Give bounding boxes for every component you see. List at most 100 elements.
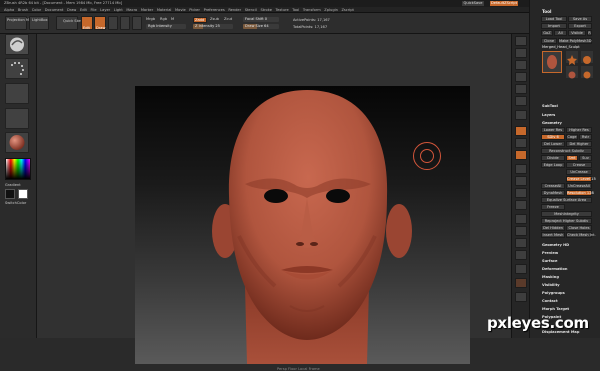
ghost-icon[interactable] [515,238,527,248]
visibility-section[interactable]: Visibility [542,283,560,287]
del-lower-button[interactable]: Del Lower [541,141,565,147]
contact-section[interactable]: Contact [542,299,558,303]
projection-master-button[interactable]: Projection Master [5,16,38,30]
document-canvas[interactable] [135,86,470,364]
current-tool-thumbnail[interactable] [542,51,562,73]
frame-icon[interactable] [515,164,527,174]
focal-shift-slider[interactable]: Focal Shift 0 [243,17,279,22]
lightbox-button[interactable]: LightBox [29,16,49,30]
subtool-section[interactable]: SubTool [542,104,558,108]
floor-grid-icon[interactable] [515,278,527,288]
menu-item-tool[interactable]: Tool [292,8,299,12]
quick-sketch-button[interactable]: Quick Sketch [56,16,86,30]
bpr-icon[interactable] [515,36,527,46]
menu-item-material[interactable]: Material [157,8,172,12]
load-tool-button[interactable]: Load Tool [541,16,567,22]
resolution-slider[interactable]: Resolution 128 [566,190,594,196]
menu-item-transform[interactable]: Transform [303,8,321,12]
move-view-icon[interactable] [515,176,527,186]
r-button[interactable]: R [587,30,592,36]
material-slot[interactable] [5,132,29,153]
check-mesh-button[interactable]: Check Mesh Int. [566,232,596,238]
menu-item-picker[interactable]: Picker [189,8,200,12]
menu-item-render[interactable]: Render [228,8,241,12]
color-picker[interactable] [5,158,31,180]
preview-section[interactable]: Preview [542,251,558,255]
visible-button[interactable]: Visible [568,30,586,36]
all-button[interactable]: All [554,30,567,36]
reproject-button[interactable]: Reproject Higher Subdiv [541,218,592,224]
lock-icon[interactable] [515,292,527,302]
quicksave-button[interactable]: QuickSave [462,1,484,6]
menu-item-color[interactable]: Color [32,8,41,12]
persp-icon[interactable] [515,110,527,120]
higher-res-button[interactable]: Higher Res [566,127,592,133]
edge-loop-button[interactable]: Edge Loop [541,162,565,168]
zadd-button[interactable]: Zadd [193,17,207,23]
menu-item-layer[interactable]: Layer [100,8,110,12]
head-sculpt-model[interactable] [135,86,470,364]
insert-mesh-button[interactable]: Insert Mesh [541,232,565,238]
freeze-button[interactable]: Freeze [541,204,565,210]
scale-view-icon[interactable] [515,188,527,198]
deformation-section[interactable]: Deformation [542,267,567,271]
menu-item-stencil[interactable]: Stencil [245,8,257,12]
menu-item-zplugin[interactable]: Zplugin [324,8,338,12]
menu-item-preferences[interactable]: Preferences [204,8,225,12]
cage-button[interactable]: Cage [566,134,578,140]
xpose-icon[interactable] [515,264,527,274]
menu-item-draw[interactable]: Draw [67,8,76,12]
suv-toggle[interactable]: Suv [579,155,592,161]
alpha-slot[interactable] [5,83,29,104]
save-as-button[interactable]: Save As [568,16,592,22]
main-color-swatch[interactable] [18,189,28,199]
menu-item-document[interactable]: Document [45,8,64,12]
layers-section[interactable]: Layers [542,113,555,117]
menu-item-edit[interactable]: Edit [80,8,87,12]
m-toggle[interactable]: M [171,17,174,21]
menu-item-marker[interactable]: Marker [141,8,153,12]
masking-section[interactable]: Masking [542,275,559,279]
actual-icon[interactable] [515,84,527,94]
draw-button[interactable]: Draw [94,16,106,30]
sphere3d-thumbnail[interactable] [566,51,578,65]
rotate-view-icon[interactable] [515,200,527,210]
zsphere-thumbnail[interactable] [581,66,593,79]
z-intensity-slider[interactable]: Z Intensity 25 [193,24,233,29]
import-button[interactable]: Import [541,23,567,29]
scale-button[interactable] [120,16,130,30]
crease-all-button[interactable]: CreaseAll [541,183,565,189]
spix-icon[interactable] [515,48,527,58]
brush-slot[interactable] [5,34,29,55]
clone-button[interactable]: Clone [541,38,557,44]
zoom-icon[interactable] [515,72,527,82]
menu-item-alpha[interactable]: Alpha [4,8,14,12]
menu-item-file[interactable]: File [91,8,97,12]
polyf-icon[interactable] [515,214,527,224]
menu-item-light[interactable]: Light [114,8,123,12]
move-button[interactable] [108,16,118,30]
aahalf-icon[interactable] [515,96,527,106]
rgb-intensity-slider[interactable]: Rgb Intensity [146,24,186,29]
goz-button[interactable]: GoZ [541,30,553,36]
zsub-toggle[interactable]: Zsub [210,17,219,21]
reconstruct-subdiv-button[interactable]: Reconstruct Subdiv [541,148,592,154]
rgb-toggle[interactable]: Rgb [160,17,167,21]
xyz-icon[interactable] [515,150,527,160]
crease-button[interactable]: Crease [566,162,592,168]
menu-item-macro[interactable]: Macro [126,8,137,12]
transp-icon[interactable] [515,226,527,236]
polymesh-thumbnail[interactable] [581,51,593,64]
local-icon[interactable] [515,138,527,148]
geometry-section[interactable]: Geometry [542,121,562,125]
dynamesh-button[interactable]: DynaMesh [541,190,565,196]
surface-section[interactable]: Surface [542,259,557,263]
zcut-toggle[interactable]: Zcut [224,17,232,21]
menu-item-zscript[interactable]: Zscript [341,8,353,12]
uncrease-button[interactable]: UnCrease [566,169,592,175]
mrgb-toggle[interactable]: Mrgb [146,17,155,21]
close-holes-button[interactable]: Close Holes [566,225,592,231]
edit-button[interactable]: Edit [81,16,93,30]
draw-size-slider[interactable]: Draw Size 64 [243,24,279,29]
menu-item-texture[interactable]: Texture [276,8,289,12]
